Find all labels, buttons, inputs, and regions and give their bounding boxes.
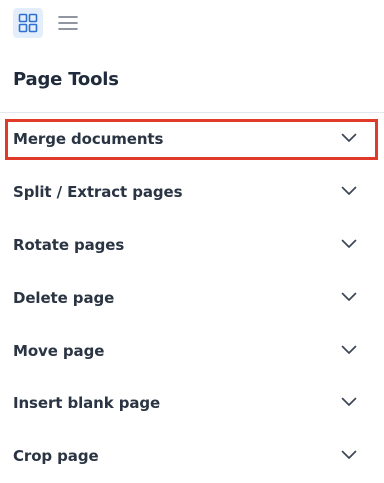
- tool-item-label: Crop page: [13, 447, 99, 466]
- page-title: Page Tools: [13, 69, 119, 90]
- page-tools-list: Merge documents Split / Extract pages Ro…: [0, 113, 384, 483]
- tool-item-label: Move page: [13, 341, 105, 360]
- tool-item-label: Merge documents: [13, 130, 164, 149]
- chevron-down-icon[interactable]: [341, 239, 357, 249]
- tool-item-label: Delete page: [13, 288, 115, 307]
- tool-item-label: Rotate pages: [13, 235, 125, 254]
- view-toolbar: [0, 0, 384, 48]
- tool-item-split-extract-pages[interactable]: Split / Extract pages: [0, 166, 384, 219]
- list-view-button[interactable]: [53, 8, 83, 38]
- chevron-down-icon[interactable]: [341, 345, 357, 355]
- chevron-down-icon[interactable]: [341, 292, 357, 302]
- tool-item-insert-blank-page[interactable]: Insert blank page: [0, 377, 384, 430]
- tool-item-merge-documents[interactable]: Merge documents: [0, 113, 384, 166]
- tool-item-crop-page[interactable]: Crop page: [0, 430, 384, 483]
- tool-item-delete-page[interactable]: Delete page: [0, 271, 384, 324]
- chevron-down-icon[interactable]: [341, 397, 357, 407]
- tool-item-label: Insert blank page: [13, 394, 161, 413]
- chevron-down-icon[interactable]: [341, 133, 357, 143]
- tool-item-label: Split / Extract pages: [13, 183, 183, 202]
- chevron-down-icon[interactable]: [341, 186, 357, 196]
- chevron-down-icon[interactable]: [341, 450, 357, 460]
- grid-icon: [18, 13, 38, 33]
- hamburger-menu-icon: [58, 16, 78, 30]
- tool-item-rotate-pages[interactable]: Rotate pages: [0, 219, 384, 272]
- grid-view-button[interactable]: [13, 8, 43, 38]
- tool-item-move-page[interactable]: Move page: [0, 324, 384, 377]
